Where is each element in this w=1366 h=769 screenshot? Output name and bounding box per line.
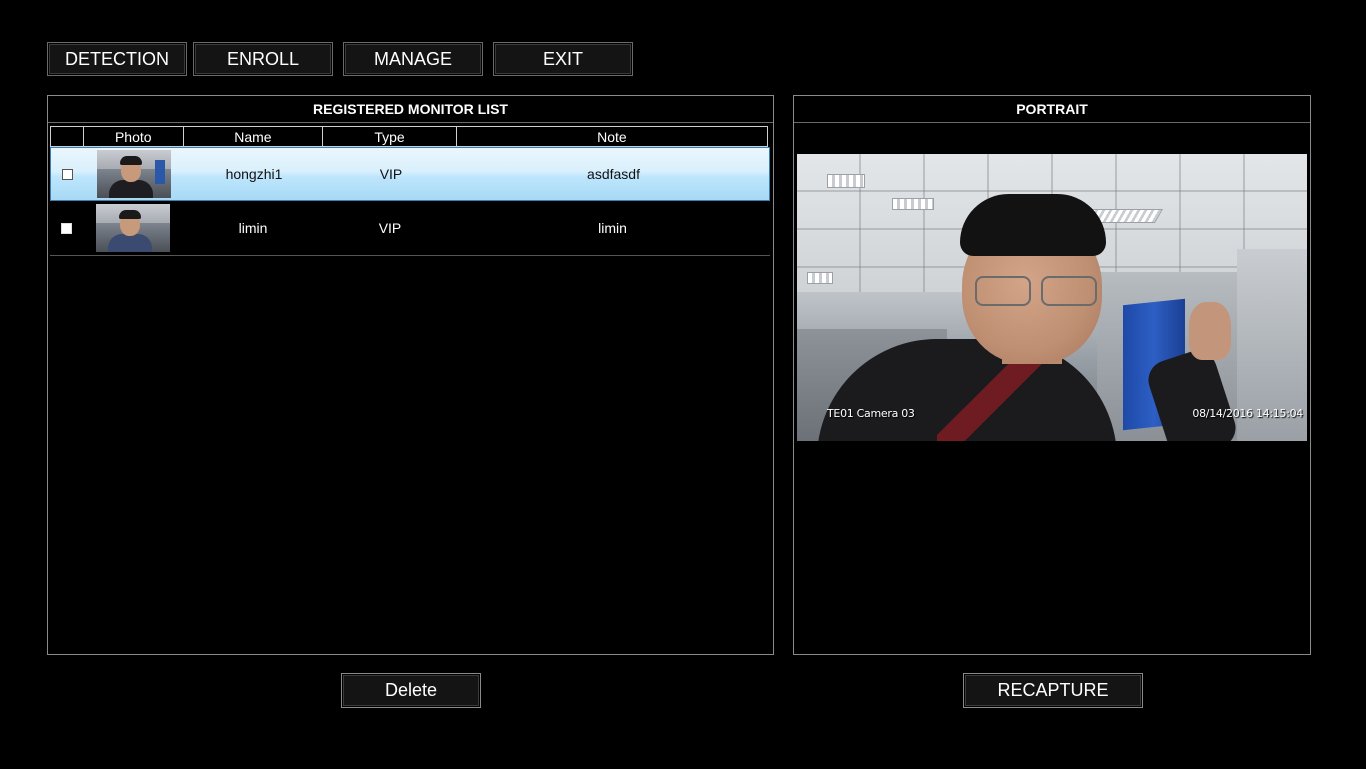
row-note: asdfasdf [587, 166, 640, 182]
row-photo-thumbnail [97, 150, 171, 198]
recapture-button[interactable]: RECAPTURE [963, 673, 1143, 708]
list-panel-title: REGISTERED MONITOR LIST [48, 96, 773, 123]
column-header-check[interactable] [51, 127, 84, 146]
monitor-table: Photo Name Type Note hongzhi1 VIP asdfas… [50, 126, 772, 256]
exit-button[interactable]: EXIT [493, 42, 633, 76]
detection-button[interactable]: DETECTION [47, 42, 187, 76]
column-header-name[interactable]: Name [184, 127, 324, 146]
row-type: VIP [379, 166, 403, 182]
row-name: limin [238, 220, 268, 236]
row-photo-thumbnail [96, 204, 170, 252]
row-name: hongzhi1 [225, 166, 283, 182]
row-type: VIP [378, 220, 402, 236]
camera-timestamp: 08/14/2016 14:15:04 [1192, 407, 1303, 420]
row-photo-cell [84, 150, 184, 198]
portrait-camera-image: TE01 Camera 03 08/14/2016 14:15:04 [797, 154, 1307, 441]
row-check-cell [50, 222, 83, 234]
registered-monitor-list-panel: REGISTERED MONITOR LIST Photo Name Type … [47, 95, 774, 655]
column-header-photo[interactable]: Photo [84, 127, 184, 146]
manage-button[interactable]: MANAGE [343, 42, 483, 76]
row-photo-cell [83, 204, 183, 252]
portrait-panel-title: PORTRAIT [794, 96, 1310, 123]
portrait-panel: PORTRAIT TE01 Camera 03 08/14/2016 14:15… [793, 95, 1311, 655]
table-row[interactable]: limin VIP limin [50, 201, 770, 256]
table-row[interactable]: hongzhi1 VIP asdfasdf [50, 147, 770, 201]
column-header-type[interactable]: Type [323, 127, 457, 146]
enroll-button[interactable]: ENROLL [193, 42, 333, 76]
delete-button[interactable]: Delete [341, 673, 481, 708]
row-checkbox[interactable] [61, 222, 72, 234]
row-check-cell [51, 168, 84, 180]
camera-label: TE01 Camera 03 [827, 407, 915, 420]
column-header-note[interactable]: Note [457, 127, 767, 146]
row-checkbox[interactable] [62, 168, 73, 180]
table-header: Photo Name Type Note [50, 126, 768, 147]
app-window: DETECTION ENROLL MANAGE EXIT REGISTERED … [0, 0, 1366, 769]
row-note: limin [598, 220, 627, 236]
